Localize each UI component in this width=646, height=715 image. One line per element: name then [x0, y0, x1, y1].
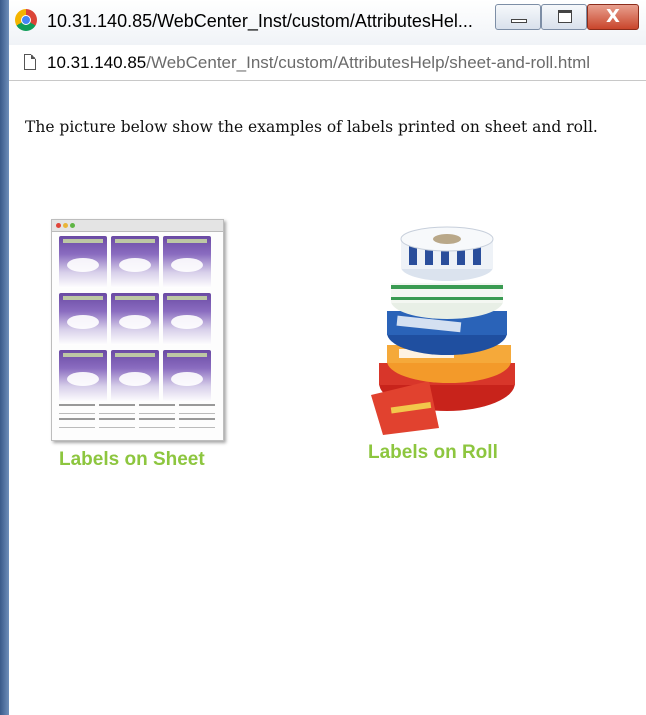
title-bar: 10.31.140.85/WebCenter_Inst/custom/Attri…: [9, 0, 646, 46]
url-text[interactable]: 10.31.140.85/WebCenter_Inst/custom/Attri…: [47, 53, 590, 73]
caption-labels-on-sheet: Labels on Sheet: [59, 449, 205, 470]
intro-text: The picture below show the examples of l…: [25, 118, 598, 136]
maximize-button[interactable]: [541, 4, 587, 30]
sheet-label: [163, 236, 211, 288]
url-host: 10.31.140.85: [47, 53, 147, 72]
sheet-label: [111, 236, 159, 288]
sheet-label: [59, 293, 107, 345]
minimize-icon: [511, 19, 527, 23]
url-path: /WebCenter_Inst/custom/AttributesHelp/sh…: [146, 53, 591, 72]
caption-labels-on-roll: Labels on Roll: [368, 442, 498, 463]
labels-on-sheet-image: [51, 219, 224, 441]
minimize-button[interactable]: [495, 4, 541, 30]
sheet-label: [163, 350, 211, 402]
window-left-edge: [0, 0, 9, 715]
labels-on-roll-image: [371, 226, 515, 435]
close-icon: X: [606, 6, 620, 27]
address-bar[interactable]: 10.31.140.85/WebCenter_Inst/custom/Attri…: [9, 45, 646, 81]
sheet-label: [59, 350, 107, 402]
browser-window: 10.31.140.85/WebCenter_Inst/custom/Attri…: [9, 0, 646, 715]
sheet-label-grid: [59, 236, 217, 402]
sheet-window-bar: [52, 220, 223, 232]
sheet-label: [111, 350, 159, 402]
window-title: 10.31.140.85/WebCenter_Inst/custom/Attri…: [47, 11, 473, 31]
maximize-icon: [558, 10, 572, 23]
page-icon: [24, 54, 36, 70]
sheet-small-labels: [59, 404, 217, 428]
sheet-label: [111, 293, 159, 345]
close-button[interactable]: X: [587, 4, 639, 30]
sheet-label: [163, 293, 211, 345]
sheet-label: [59, 236, 107, 288]
chrome-icon: [15, 9, 37, 31]
